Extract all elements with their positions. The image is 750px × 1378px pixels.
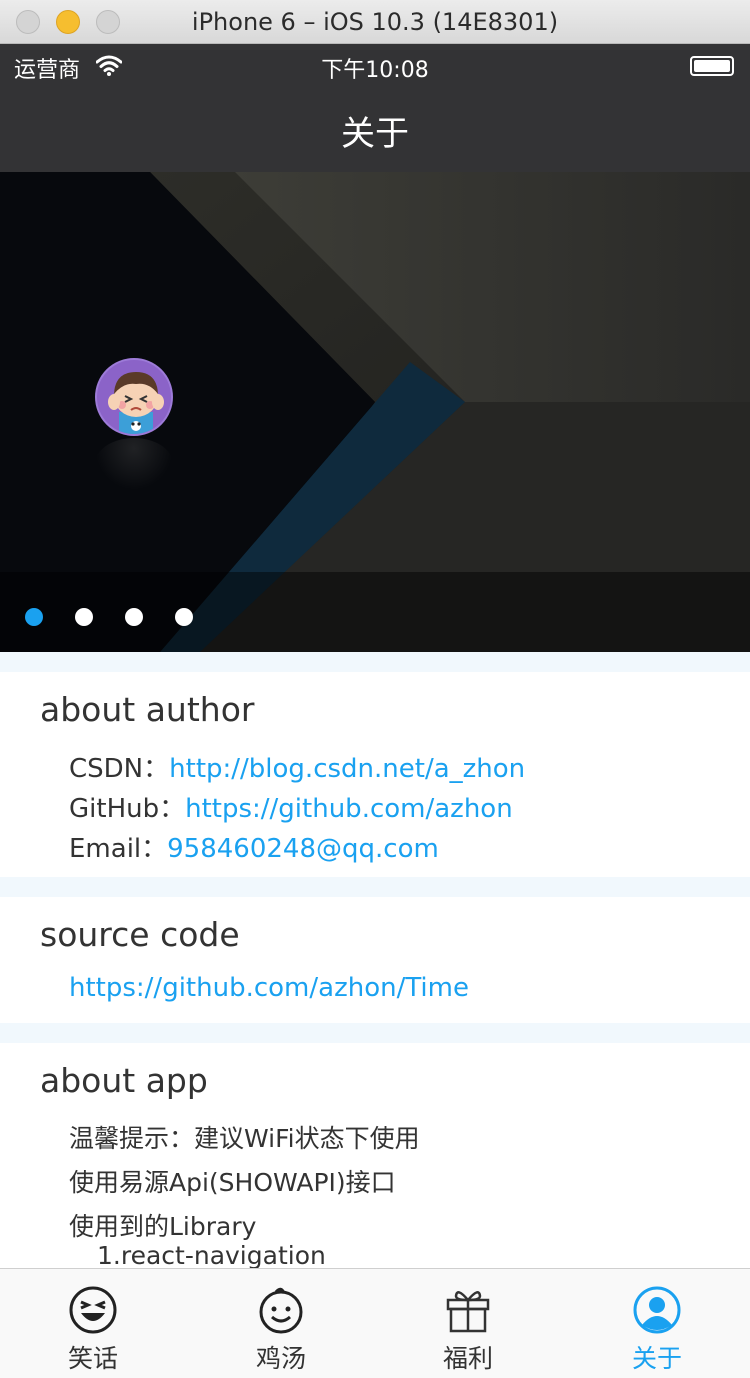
- tab-soup[interactable]: 鸡汤: [216, 1269, 346, 1378]
- carousel-indicator-strip: [0, 572, 750, 652]
- navigation-bar: 关于: [0, 86, 750, 172]
- library-item: 1.react-navigation: [97, 1241, 326, 1268]
- source-code-link[interactable]: https://github.com/azhon/Time: [69, 973, 469, 1003]
- tab-label: 关于: [631, 1344, 682, 1373]
- bottom-tab-bar: 笑话 鸡汤 福利 关于: [0, 1268, 750, 1378]
- avatar-reflection: [95, 438, 173, 490]
- github-link[interactable]: https://github.com/azhon: [185, 794, 513, 824]
- simulator-title-bar: iPhone 6 – iOS 10.3 (14E8301): [0, 0, 750, 44]
- gift-icon: [446, 1291, 490, 1333]
- api-text: 使用易源Api(SHOWAPI)接口: [69, 1168, 396, 1197]
- tab-label: 笑话: [67, 1344, 118, 1373]
- tab-about[interactable]: 关于: [592, 1269, 722, 1378]
- smiling-face-icon: [259, 1287, 303, 1334]
- csdn-link[interactable]: http://blog.csdn.net/a_zhon: [169, 754, 525, 784]
- tab-jokes[interactable]: 笑话: [28, 1269, 158, 1378]
- status-time: 下午10:08: [321, 58, 429, 83]
- email-link[interactable]: 958460248@qq.com: [167, 834, 439, 864]
- carousel-dot-4[interactable]: [175, 608, 193, 626]
- author-avatar[interactable]: [95, 358, 173, 436]
- page-title: 关于: [341, 114, 409, 154]
- tab-label: 福利: [442, 1344, 493, 1373]
- carousel-dot-3[interactable]: [125, 608, 143, 626]
- csdn-row: CSDN：http://blog.csdn.net/a_zhon: [69, 748, 525, 785]
- email-label: Email：: [69, 834, 168, 864]
- github-row: GitHub：https://github.com/azhon: [69, 788, 513, 825]
- status-bar: 运营商 下午10:08: [0, 44, 750, 86]
- laughing-face-icon: [69, 1286, 117, 1334]
- battery-icon: [690, 56, 734, 76]
- tab-label: 鸡汤: [255, 1344, 306, 1373]
- section-separator: [0, 1023, 750, 1043]
- window-title: iPhone 6 – iOS 10.3 (14E8301): [191, 8, 559, 36]
- libraries-label: 使用到的Library: [69, 1212, 257, 1241]
- csdn-label: CSDN：: [69, 754, 170, 784]
- wifi-tip-text: 温馨提示：建议WiFi状态下使用: [69, 1124, 420, 1153]
- about-app-title: about app: [40, 1061, 208, 1100]
- email-row: Email：958460248@qq.com: [69, 828, 439, 865]
- about-author-card: about author CSDN：http://blog.csdn.net/a…: [0, 672, 750, 877]
- carousel-dot-1[interactable]: [25, 608, 43, 626]
- section-separator: [0, 652, 750, 672]
- tab-welfare[interactable]: 福利: [403, 1269, 533, 1378]
- source-code-card: source code https://github.com/azhon/Tim…: [0, 897, 750, 1023]
- carousel-dot-2[interactable]: [75, 608, 93, 626]
- about-author-title: about author: [40, 690, 255, 729]
- source-code-title: source code: [40, 915, 240, 954]
- about-app-card: about app 温馨提示：建议WiFi状态下使用 使用易源Api(SHOWA…: [0, 1043, 750, 1268]
- github-label: GitHub：: [69, 794, 186, 824]
- user-icon: [633, 1286, 681, 1334]
- section-separator: [0, 877, 750, 897]
